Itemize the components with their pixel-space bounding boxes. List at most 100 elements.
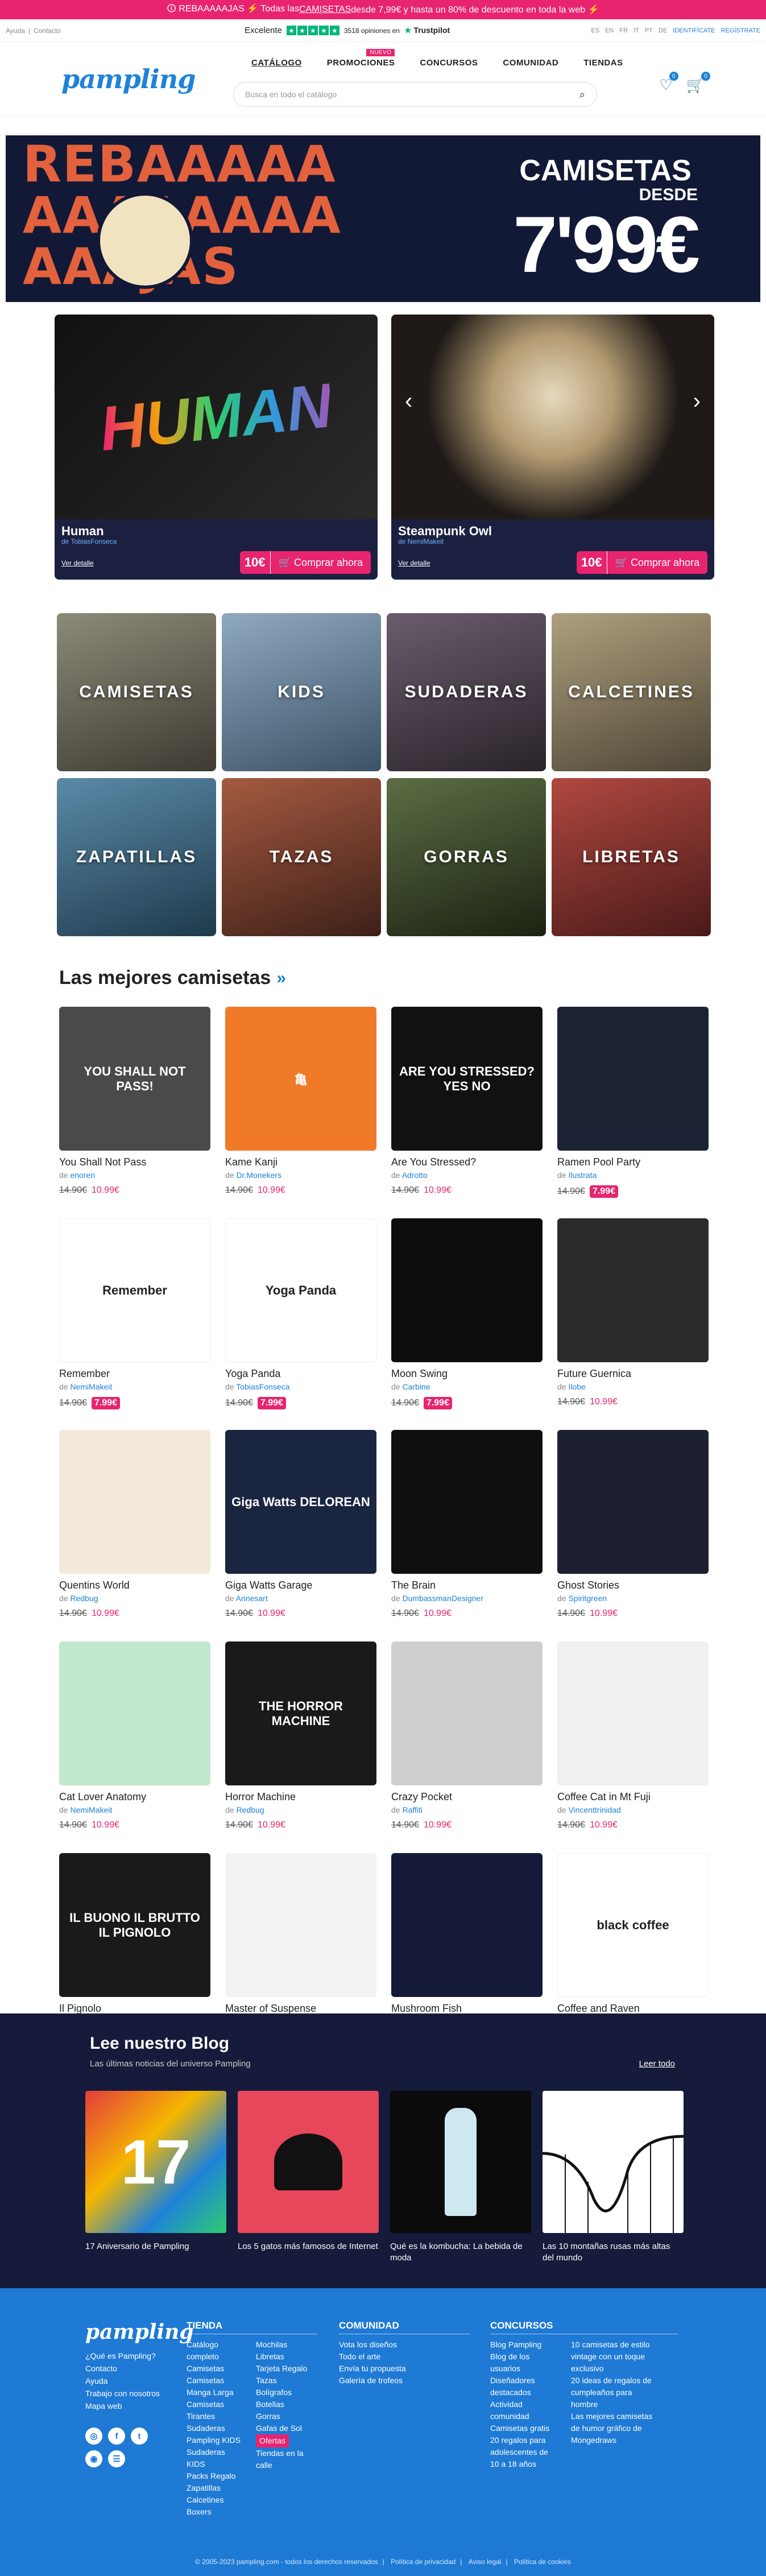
footer-link[interactable]: Ofertas <box>256 2434 313 2447</box>
details-link[interactable]: Ver detalle <box>61 559 94 567</box>
lang-en[interactable]: EN <box>605 27 614 34</box>
product-author[interactable]: de enoren <box>59 1171 210 1180</box>
product-image[interactable] <box>391 1430 543 1574</box>
product-author[interactable]: de NemiMakeit <box>59 1382 210 1391</box>
sale-banner[interactable]: REBAAAAAAAAAAAAAAAAJAS CAMISETAS DESDE 7… <box>6 135 760 302</box>
footer-link[interactable]: Catálogo completo <box>187 2339 243 2363</box>
product-card[interactable]: Crazy Pocket de Raffiti 14.90€ 10.99€ <box>391 1641 543 1853</box>
product-author[interactable]: de Ilobe <box>557 1382 709 1391</box>
footer-link[interactable]: Boxers <box>187 2506 243 2518</box>
product-image[interactable] <box>391 1853 543 1997</box>
footer-link[interactable]: Packs Regalo <box>187 2470 243 2482</box>
footer-link[interactable]: Actividad comunidad <box>490 2399 558 2422</box>
footer-link[interactable]: Libretas <box>256 2351 313 2363</box>
product-name[interactable]: Coffee Cat in Mt Fuji <box>557 1791 709 1803</box>
facebook-icon[interactable]: f <box>108 2428 125 2445</box>
lang-de[interactable]: DE <box>659 27 667 34</box>
product-name[interactable]: Are You Stressed? <box>391 1156 543 1168</box>
product-image[interactable] <box>557 1007 709 1151</box>
product-image[interactable]: THE HORROR MACHINE <box>225 1641 376 1785</box>
category-calcetines[interactable]: CALCETINES <box>552 613 711 771</box>
footer-link[interactable]: 10 camisetas de estilo vintage con un to… <box>571 2339 656 2375</box>
category-sudaderas[interactable]: SUDADERAS <box>387 613 546 771</box>
product-name[interactable]: Horror Machine <box>225 1791 376 1803</box>
product-image[interactable]: Yoga Panda <box>225 1218 376 1362</box>
hero-author[interactable]: de TobiasFonseca <box>61 537 117 545</box>
footer-link[interactable]: Diseñadores destacados <box>490 2375 558 2399</box>
product-image[interactable] <box>391 1218 543 1362</box>
product-author[interactable]: de Redbug <box>59 1594 210 1603</box>
footer-link[interactable]: Envía tu propuesta <box>339 2363 470 2375</box>
promo-bar[interactable]: 🛈 REBAAAAAJAS ⚡ Todas las CAMISETAS desd… <box>0 0 766 19</box>
buy-button[interactable]: 10€ 🛒 Comprar ahora <box>239 551 371 574</box>
category-camisetas[interactable]: CAMISETAS <box>57 613 216 771</box>
lang-es[interactable]: ES <box>591 27 599 34</box>
product-card[interactable]: Remember Remember de NemiMakeit 14.90€ 7.99… <box>59 1218 210 1430</box>
footer-link[interactable]: Galería de trofeos <box>339 2375 470 2387</box>
lang-pt[interactable]: PT <box>645 27 653 34</box>
read-all-link[interactable]: Leer todo <box>639 2059 675 2069</box>
product-author[interactable]: de Carbine <box>391 1382 543 1391</box>
footer-link[interactable]: Mochilas <box>256 2339 313 2351</box>
product-author[interactable]: de Raffiti <box>391 1805 543 1814</box>
wishlist-icon[interactable]: ♡ 0 <box>659 72 678 94</box>
footer-link[interactable]: Bolígrafos <box>256 2387 313 2399</box>
footer-link[interactable]: Zapatillas <box>187 2482 243 2494</box>
category-libretas[interactable]: LIBRETAS <box>552 778 711 936</box>
product-image[interactable]: Remember <box>59 1218 210 1362</box>
product-card[interactable]: Future Guernica de Ilobe 14.90€ 10.99€ <box>557 1218 709 1430</box>
product-author[interactable]: de Arinesart <box>225 1594 376 1603</box>
product-name[interactable]: The Brain <box>391 1579 543 1591</box>
product-card[interactable]: Yoga Panda Yoga Panda de TobiasFonseca 14.… <box>225 1218 376 1430</box>
product-author[interactable]: de DumbassmanDesigner <box>391 1594 543 1603</box>
product-image[interactable] <box>557 1641 709 1785</box>
footer-link[interactable]: Pampling KIDS <box>187 2434 243 2446</box>
product-image[interactable]: black coffee <box>557 1853 709 1997</box>
product-author[interactable]: de Adrotto <box>391 1171 543 1180</box>
footer-link[interactable]: Blog Pampling <box>490 2339 558 2351</box>
category-tazas[interactable]: TAZAS <box>222 778 381 936</box>
product-author[interactable]: de TobiasFonseca <box>225 1382 376 1391</box>
footer-logo[interactable]: pampling <box>85 2320 193 2344</box>
help-link[interactable]: Ayuda <box>6 27 25 35</box>
product-image[interactable] <box>391 1641 543 1785</box>
product-card[interactable]: Moon Swing de Carbine 14.90€ 7.99€ <box>391 1218 543 1430</box>
footer-link[interactable]: Camisetas Tirantes <box>187 2399 243 2422</box>
footer-link[interactable]: ¿Qué es Pampling? <box>85 2350 160 2362</box>
cart-icon[interactable]: 🛒 0 <box>686 72 710 94</box>
blog-card[interactable]: Las 10 montañas rusas más altas del mund… <box>543 2091 684 2264</box>
product-image[interactable]: 亀 <box>225 1007 376 1151</box>
product-image[interactable]: ARE YOU STRESSED? YES NO <box>391 1007 543 1151</box>
footer-link[interactable]: Camisetas gratis <box>490 2422 558 2434</box>
buy-button[interactable]: 10€ 🛒 Comprar ahora <box>576 551 707 574</box>
instagram-icon[interactable]: ◎ <box>85 2428 102 2445</box>
product-image[interactable] <box>557 1218 709 1362</box>
nav-catalogo[interactable]: CATÁLOGO <box>239 58 314 68</box>
category-zapatillas[interactable]: ZAPATILLAS <box>57 778 216 936</box>
footer-link[interactable]: Camisetas <box>187 2363 243 2375</box>
product-image[interactable] <box>557 1430 709 1574</box>
footer-link[interactable]: Ayuda <box>85 2375 160 2387</box>
search-input[interactable]: Busca en todo el catálogo ⌕ <box>233 82 597 107</box>
footer-link[interactable]: Las mejores camisetas de humor gráfico d… <box>571 2410 656 2446</box>
footer-link[interactable]: Camisetas Manga Larga <box>187 2375 243 2399</box>
nav-comunidad[interactable]: COMUNIDAD <box>490 58 571 68</box>
product-name[interactable]: Quentins World <box>59 1579 210 1591</box>
product-name[interactable]: Ghost Stories <box>557 1579 709 1591</box>
product-name[interactable]: You Shall Not Pass <box>59 1156 210 1168</box>
blog-card[interactable]: Los 5 gatos más famosos de Internet <box>238 2091 379 2264</box>
product-card[interactable]: 亀 Kame Kanji de Dr.Monekers 14.90€ 10.99€ <box>225 1007 376 1218</box>
product-card[interactable]: The Brain de DumbassmanDesigner 14.90€ 10.9… <box>391 1430 543 1641</box>
privacy-link[interactable]: Política de privacidad <box>391 2558 456 2566</box>
login-link[interactable]: IDENTIFÍCATE <box>673 27 715 34</box>
details-link[interactable]: Ver detalle <box>398 559 430 567</box>
product-name[interactable]: Master of Suspense <box>225 2003 376 2015</box>
blog-card[interactable]: Qué es la kombucha: La bebida de moda <box>390 2091 531 2264</box>
category-gorras[interactable]: GORRAS <box>387 778 546 936</box>
product-author[interactable]: de Spiritgreen <box>557 1594 709 1603</box>
product-card[interactable]: Quentins World de Redbug 14.90€ 10.99€ <box>59 1430 210 1641</box>
register-link[interactable]: REGÍSTRATE <box>721 27 760 34</box>
footer-link[interactable]: Trabajo con nosotros <box>85 2387 160 2400</box>
product-name[interactable]: Kame Kanji <box>225 1156 376 1168</box>
hero-card[interactable]: Steampunk Owl de NemiMakeit Ver detalle … <box>391 315 714 580</box>
